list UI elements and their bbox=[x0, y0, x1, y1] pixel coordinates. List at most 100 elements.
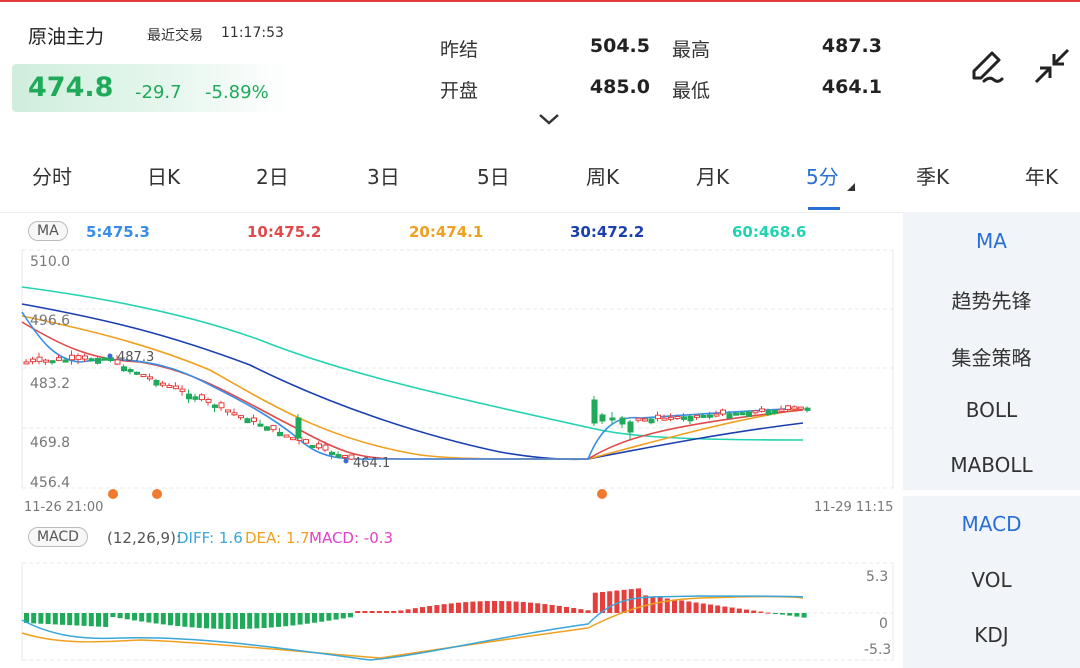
macd-y-tick: -5.3 bbox=[864, 642, 891, 658]
macd-bar bbox=[679, 600, 685, 613]
macd-bar bbox=[326, 613, 332, 621]
candle-body bbox=[720, 409, 726, 415]
candles bbox=[23, 350, 811, 462]
macd-bar bbox=[110, 613, 116, 618]
macd-bar bbox=[456, 602, 461, 613]
candle-body bbox=[681, 416, 687, 420]
macd-bar bbox=[607, 591, 613, 613]
candle-body bbox=[75, 355, 82, 360]
macd-bar bbox=[340, 613, 346, 619]
macd-bar bbox=[542, 604, 548, 613]
candle-body bbox=[772, 409, 778, 414]
candle-body bbox=[322, 444, 329, 451]
macd-bar bbox=[722, 606, 728, 613]
candle-body bbox=[635, 417, 642, 421]
macd-bar bbox=[268, 613, 274, 628]
candle-body bbox=[726, 413, 733, 419]
chart-grid bbox=[21, 249, 894, 661]
macd-bar bbox=[592, 592, 598, 613]
macd-bar bbox=[492, 601, 497, 613]
candle-body bbox=[179, 388, 186, 392]
macd-bar bbox=[312, 613, 317, 623]
macd-bar bbox=[160, 613, 166, 625]
candle-body bbox=[713, 413, 720, 417]
low-label: 464.1 bbox=[353, 456, 390, 471]
candle-body bbox=[205, 398, 212, 403]
candle-body bbox=[283, 434, 290, 438]
candle-body bbox=[804, 407, 811, 411]
macd-bar bbox=[657, 597, 663, 613]
macd-bar bbox=[247, 613, 253, 629]
macd-bar bbox=[45, 613, 51, 625]
macd-bar bbox=[204, 613, 209, 629]
macd-bar bbox=[528, 602, 533, 613]
macd-bar bbox=[636, 588, 641, 613]
macd-bar bbox=[391, 611, 397, 613]
macd-bar bbox=[304, 613, 310, 624]
candle-body bbox=[82, 355, 88, 360]
candle-body bbox=[121, 366, 127, 372]
macd-bar bbox=[283, 613, 289, 627]
candle-body bbox=[335, 454, 342, 458]
macd-bar bbox=[780, 613, 785, 615]
candle-body bbox=[140, 374, 147, 378]
macd-bar bbox=[420, 607, 425, 613]
macd-bar bbox=[751, 610, 757, 613]
macd-bar bbox=[384, 611, 389, 613]
candle-body bbox=[700, 414, 707, 418]
macd-bar bbox=[405, 609, 411, 613]
macd-bar bbox=[672, 599, 677, 613]
candle-body bbox=[23, 361, 30, 365]
candle-body bbox=[759, 408, 765, 412]
macd-bar bbox=[434, 605, 440, 613]
macd-bar bbox=[290, 613, 296, 626]
candle-body bbox=[752, 410, 759, 414]
macd-bar bbox=[801, 613, 807, 618]
macd-bar bbox=[276, 613, 281, 627]
macd-bar bbox=[484, 601, 490, 613]
macd-bar bbox=[189, 613, 195, 628]
macd-bar bbox=[81, 613, 87, 626]
macd-bar bbox=[369, 611, 375, 613]
candle-body bbox=[173, 385, 179, 390]
macd-bar bbox=[211, 613, 217, 629]
macd-y-tick: 5.3 bbox=[866, 569, 888, 585]
event-marker bbox=[152, 489, 162, 499]
candle-body bbox=[199, 394, 205, 401]
candle-body bbox=[707, 414, 713, 418]
macd-bar bbox=[614, 590, 620, 613]
macd-bar bbox=[88, 613, 94, 627]
macd-bar bbox=[412, 608, 418, 613]
candle-body bbox=[101, 357, 108, 361]
candle-body bbox=[591, 399, 598, 424]
y-tick-label: 469.8 bbox=[30, 435, 70, 451]
macd-dea-line bbox=[21, 595, 804, 659]
macd-diff-line bbox=[21, 595, 804, 661]
macd-bar bbox=[218, 613, 224, 629]
macd-bar bbox=[535, 603, 541, 613]
candle-body bbox=[765, 410, 772, 416]
macd-bar bbox=[571, 608, 577, 613]
macd-bar bbox=[240, 613, 245, 629]
candle-body bbox=[674, 416, 681, 420]
kline-chart[interactable]: 510.0 496.6 483.2 469.8 456.4 11-26 21:00 11-2… bbox=[0, 0, 1080, 668]
macd-bar bbox=[729, 607, 735, 613]
macd-bar bbox=[52, 613, 58, 625]
macd-bar bbox=[297, 613, 303, 625]
candle-body bbox=[166, 384, 173, 388]
candle-body bbox=[134, 371, 140, 375]
candle-body bbox=[43, 359, 49, 363]
macd-bar bbox=[441, 604, 447, 613]
candle-body bbox=[668, 416, 674, 420]
candle-body bbox=[303, 439, 309, 444]
macd-bar bbox=[74, 613, 80, 626]
candle-body bbox=[619, 417, 626, 425]
macd-bar bbox=[506, 601, 512, 613]
macd-bar bbox=[124, 613, 130, 620]
macd-bar bbox=[182, 613, 188, 627]
macd-bar bbox=[398, 610, 404, 613]
candle-body bbox=[251, 417, 257, 422]
macd-bar bbox=[463, 602, 469, 613]
candle-body bbox=[225, 409, 231, 413]
macd-bar bbox=[225, 613, 231, 629]
